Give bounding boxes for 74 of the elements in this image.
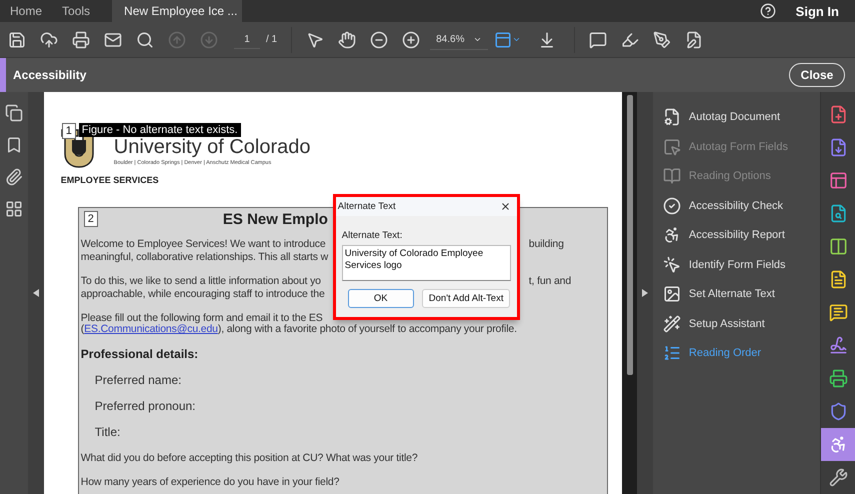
body-text: How many years of experience do you have in your field? bbox=[80, 476, 340, 488]
page-fit-icon[interactable] bbox=[494, 30, 512, 48]
page-number-field[interactable]: 1 bbox=[234, 30, 260, 48]
email-link[interactable]: ES.Communications@cu.edu bbox=[84, 323, 218, 336]
body-text: t, fun and bbox=[528, 274, 572, 286]
file-gear-icon bbox=[662, 108, 681, 126]
pointer-icon[interactable] bbox=[306, 30, 324, 48]
tool-item[interactable]: Accessibility Report bbox=[662, 225, 820, 245]
department-name: EMPLOYEE SERVICES bbox=[60, 175, 160, 185]
paperclip-icon[interactable] bbox=[4, 168, 23, 186]
hand-icon[interactable] bbox=[338, 30, 356, 48]
caret-icon[interactable] bbox=[512, 35, 522, 44]
highlighter-icon[interactable] bbox=[621, 30, 640, 48]
accessibility-icon bbox=[828, 435, 848, 454]
tags-icon[interactable] bbox=[4, 200, 23, 218]
comment-icon[interactable] bbox=[589, 30, 608, 48]
zoom-in-icon[interactable] bbox=[402, 30, 420, 48]
tool-title: Accessibility bbox=[13, 68, 86, 82]
ordered-list-icon bbox=[662, 344, 681, 362]
collapse-arrow-icon[interactable] bbox=[32, 289, 39, 297]
form-field-icon bbox=[662, 138, 681, 156]
sign-in-link[interactable]: Sign In bbox=[776, 0, 855, 22]
wand-icon bbox=[662, 314, 681, 332]
book-icon bbox=[662, 167, 681, 185]
pen-icon[interactable] bbox=[653, 30, 672, 48]
dialog-button[interactable]: Don't Add Alt-Text bbox=[422, 289, 510, 308]
page-total: / 1 bbox=[266, 34, 278, 45]
body-text: Welcome to Employee Services! We want to introduce bbox=[80, 238, 326, 250]
tag-number: 2 bbox=[84, 211, 98, 227]
dialog-title: Alternate Text bbox=[338, 201, 396, 212]
form-label: Preferred name: bbox=[94, 373, 182, 387]
close-button[interactable]: Close bbox=[789, 63, 845, 87]
search-icon[interactable] bbox=[136, 30, 154, 48]
university-name: University of Colorado bbox=[114, 136, 311, 158]
close-icon[interactable] bbox=[500, 201, 511, 212]
edit-file-icon[interactable] bbox=[685, 30, 704, 48]
help-icon[interactable] bbox=[760, 3, 776, 19]
zoom-out-icon[interactable] bbox=[370, 30, 388, 48]
tool-item[interactable]: Autotag Document bbox=[662, 107, 820, 127]
image-icon bbox=[662, 285, 681, 303]
save-icon[interactable] bbox=[8, 30, 26, 48]
tab[interactable]: Home bbox=[0, 0, 52, 22]
tool-item[interactable]: Accessibility Check bbox=[662, 196, 820, 216]
tag-number: 1 bbox=[62, 123, 76, 139]
body-text: meaningful, collaborative relationships. This all starts w bbox=[80, 250, 328, 262]
document-heading: ES New Emplo bbox=[222, 210, 328, 228]
form-label: Preferred pronoun: bbox=[94, 399, 197, 413]
tab[interactable]: New Employee Ice ... bbox=[112, 0, 242, 22]
mail-icon[interactable] bbox=[104, 30, 122, 48]
zoom-dropdown[interactable]: 84.6% bbox=[430, 30, 488, 50]
printer-icon[interactable] bbox=[72, 30, 90, 48]
section-heading: Professional details: bbox=[80, 347, 200, 361]
form-label: Title: bbox=[94, 425, 122, 439]
tool-item[interactable]: Setup Assistant bbox=[662, 314, 820, 334]
dialog-button[interactable]: OK bbox=[348, 289, 414, 308]
check-circle-icon bbox=[662, 196, 681, 214]
pages-icon[interactable] bbox=[4, 104, 23, 122]
expand-arrow-icon[interactable] bbox=[642, 289, 648, 297]
body-text: Please fill out the following form and email it to the ES bbox=[80, 312, 323, 324]
tool-item[interactable]: Identify Form Fields bbox=[662, 254, 820, 274]
alt-text-field[interactable]: University of Colorado Employee Services logo bbox=[342, 245, 511, 281]
body-text: approachable, while encouraging staff to introduce the bbox=[80, 288, 325, 300]
field-label: Alternate Text: bbox=[342, 230, 404, 241]
pointer-click-icon bbox=[662, 256, 681, 274]
body-text: What did you do before accepting this position at CU? What was your title? bbox=[80, 452, 418, 464]
tab[interactable]: Tools bbox=[52, 0, 100, 22]
accessibility-icon bbox=[662, 226, 681, 244]
upload-icon[interactable] bbox=[40, 30, 58, 48]
tooltip: Figure - No alternate text exists. bbox=[78, 123, 241, 137]
tool-item[interactable]: Set Alternate Text bbox=[662, 284, 820, 304]
scrollbar-thumb[interactable] bbox=[627, 95, 634, 375]
body-text: building bbox=[528, 238, 564, 250]
body-text: To do this, we like to send a little information about yo bbox=[80, 274, 321, 286]
body-text: (ES.Communications@cu.edu), along with a favorite photo of yourself to accompany your profile. bbox=[80, 323, 517, 336]
